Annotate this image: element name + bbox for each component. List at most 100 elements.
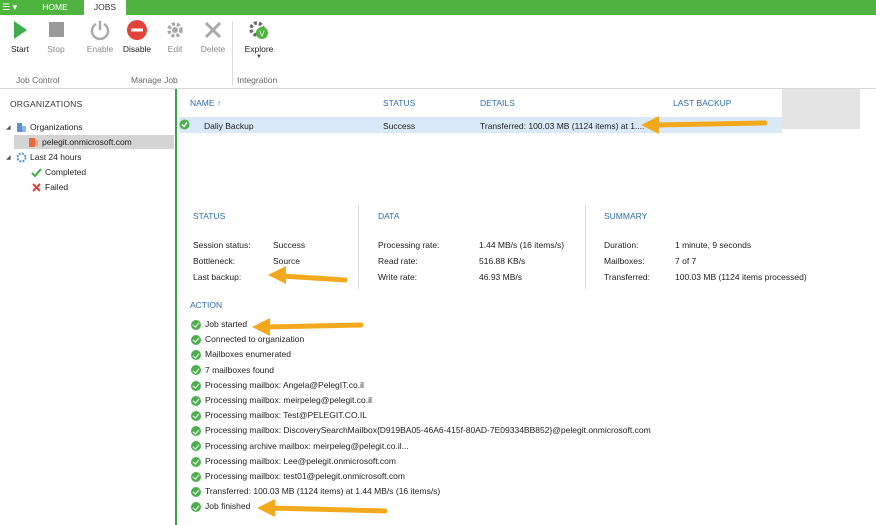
- disable-button[interactable]: Disable: [119, 19, 155, 54]
- list-item: Mailboxes enumerated: [191, 347, 291, 361]
- action-text: Mailboxes enumerated: [205, 349, 291, 360]
- data-section-title: DATA: [378, 211, 400, 221]
- ribbon-separator: [232, 21, 233, 85]
- tree-label-completed: Completed: [45, 167, 87, 177]
- tab-home[interactable]: HOME: [30, 0, 80, 15]
- session-status-label: Session status:: [193, 240, 251, 250]
- action-text: Job finished: [205, 501, 251, 512]
- write-rate-value: 46.93 MB/s: [479, 272, 522, 282]
- list-item: Processing mailbox: Lee@pelegit.onmicros…: [191, 454, 396, 468]
- annotation-arrow-icon: [252, 318, 364, 336]
- tab-jobs[interactable]: JOBS: [84, 0, 126, 16]
- jobs-main-pane: NAME ↑ STATUS DETAILS LAST BACKUP Daliy …: [177, 89, 876, 525]
- list-item: Job started: [191, 317, 247, 331]
- bottleneck-label: Bottleneck:: [193, 256, 236, 266]
- sessions-gear-icon: [16, 152, 27, 163]
- read-rate-label: Read rate:: [378, 256, 418, 266]
- enable-button[interactable]: Enable: [82, 19, 118, 54]
- action-text: Processing mailbox: Test@PELEGIT.CO.IL: [205, 410, 368, 421]
- tree-item-failed[interactable]: Failed: [31, 180, 68, 194]
- failed-x-icon: [32, 183, 41, 192]
- organizations-icon: [17, 123, 26, 133]
- job-name-cell: Daliy Backup: [204, 121, 254, 131]
- disable-icon: [127, 20, 147, 40]
- expand-organizations-icon[interactable]: ◢: [6, 124, 11, 131]
- delete-label: Delete: [200, 44, 226, 54]
- tree-item-completed[interactable]: Completed: [31, 165, 86, 179]
- ribbon-tab-bar: ☰ ▾ HOME JOBS: [0, 0, 876, 16]
- list-item: Processing archive mailbox: meirpeleg@pe…: [191, 439, 409, 453]
- action-text: 7 mailboxes found: [205, 364, 274, 375]
- start-label: Start: [11, 44, 29, 54]
- transferred-value: 100.03 MB (1124 items processed): [675, 272, 807, 282]
- job-status-cell: Success: [383, 121, 416, 131]
- success-check-icon: [191, 456, 201, 467]
- action-text: Processing mailbox: DiscoverySearchMailb…: [205, 425, 651, 436]
- start-button[interactable]: Start: [2, 19, 38, 54]
- success-check-icon: [191, 365, 201, 376]
- transferred-label: Transferred:: [604, 272, 650, 282]
- expand-last24-icon[interactable]: ◢: [6, 154, 11, 161]
- disable-label: Disable: [122, 44, 152, 54]
- processing-rate-value: 1.44 MB/s (16 items/s): [479, 240, 565, 250]
- main-menu-button[interactable]: ☰ ▾: [2, 1, 24, 14]
- list-item: Transferred: 100.03 MB (1124 items) at 1…: [191, 484, 440, 498]
- section-divider: [358, 204, 359, 289]
- list-item: Processing mailbox: DiscoverySearchMailb…: [191, 423, 651, 437]
- processing-rate-label: Processing rate:: [378, 240, 440, 250]
- mailboxes-label: Mailboxes:: [604, 256, 645, 266]
- job-status-icon: [179, 119, 190, 132]
- delete-x-icon: [204, 21, 222, 39]
- office365-org-icon: [29, 138, 38, 148]
- list-item: 7 mailboxes found: [191, 363, 274, 377]
- explore-button[interactable]: V Explore ▼: [241, 19, 277, 60]
- organizations-pane: ORGANIZATIONS ◢ Organizations pelegit.on…: [0, 89, 176, 525]
- duration-label: Duration:: [604, 240, 639, 250]
- stop-button[interactable]: Stop: [38, 19, 74, 54]
- list-item: Processing mailbox: Angela@PelegIT.co.il: [191, 378, 364, 392]
- tree-item-last24[interactable]: Last 24 hours: [16, 150, 82, 164]
- delete-button[interactable]: Delete: [195, 19, 231, 54]
- app-window: ☰ ▾ HOME JOBS Start Stop Enable Disable: [0, 0, 876, 525]
- annotation-arrow-icon: [257, 499, 387, 517]
- success-check-icon: [191, 502, 201, 513]
- list-item: Job finished: [191, 499, 250, 513]
- svg-text:V: V: [259, 30, 265, 39]
- action-section-title: ACTION: [190, 300, 223, 310]
- stop-label: Stop: [47, 44, 65, 54]
- tree-item-organizations[interactable]: Organizations: [16, 120, 82, 134]
- job-details-cell: Transferred: 100.03 MB (1124 items) at 1…: [480, 121, 645, 131]
- last-backup-header-area: [782, 89, 860, 129]
- success-check-icon: [191, 319, 201, 330]
- checkmark-icon: [31, 168, 42, 178]
- column-header-details[interactable]: DETAILS: [480, 98, 515, 108]
- session-status-value: Success: [273, 240, 306, 250]
- action-text: Transferred: 100.03 MB (1124 items) at 1…: [205, 486, 441, 497]
- explore-chevron-down-icon[interactable]: ▼: [241, 54, 277, 60]
- last-backup-label: Last backup:: [193, 272, 242, 282]
- tree-label-organizations: Organizations: [30, 122, 83, 132]
- action-text: Processing mailbox: meirpeleg@pelegit.co…: [205, 395, 372, 405]
- column-header-name[interactable]: NAME ↑: [190, 98, 221, 108]
- tree-label-last24: Last 24 hours: [30, 152, 82, 162]
- annotation-arrow-icon: [641, 116, 767, 134]
- duration-value: 1 minute, 9 seconds: [675, 240, 752, 250]
- success-check-icon: [191, 334, 201, 345]
- edit-button[interactable]: Edit: [157, 19, 193, 54]
- status-section-title: STATUS: [193, 211, 226, 221]
- column-header-status[interactable]: STATUS: [383, 98, 415, 108]
- enable-label: Enable: [86, 44, 114, 54]
- stop-icon: [49, 22, 64, 37]
- column-header-last-backup[interactable]: LAST BACKUP: [673, 98, 731, 108]
- write-rate-label: Write rate:: [378, 272, 418, 282]
- success-check-icon: [191, 350, 201, 361]
- action-text: Processing mailbox: Angela@PelegIT.co.il: [205, 379, 364, 390]
- tree-item-org[interactable]: pelegit.onmicrosoft.com: [14, 135, 174, 149]
- list-item: Processing mailbox: meirpeleg@pelegit.co…: [191, 393, 372, 407]
- mailboxes-value: 7 of 7: [675, 256, 697, 266]
- group-manage-job: Manage Job: [131, 75, 178, 85]
- section-divider: [585, 204, 586, 289]
- tree-label-org: pelegit.onmicrosoft.com: [42, 137, 132, 147]
- list-item: Processing mailbox: Test@PELEGIT.CO.IL: [191, 408, 367, 422]
- play-icon: [14, 21, 27, 39]
